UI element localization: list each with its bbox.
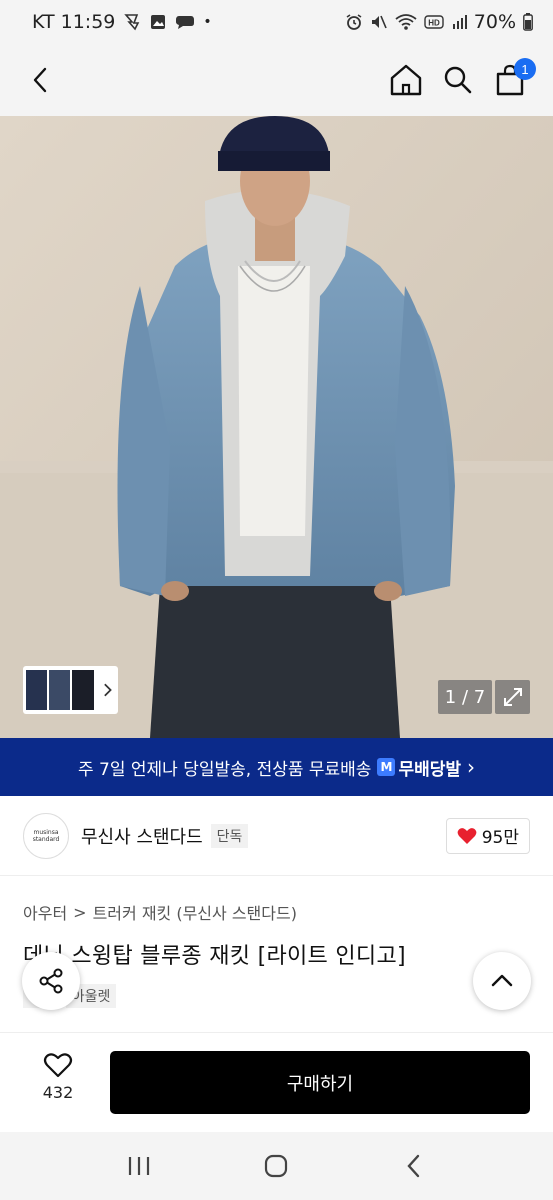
brand-like-count: 95만 xyxy=(481,828,519,848)
breadcrumb-separator: > xyxy=(73,902,87,922)
search-icon xyxy=(444,66,472,94)
svg-text:HD: HD xyxy=(428,19,440,28)
home-nav-button[interactable] xyxy=(251,1141,301,1191)
brand-logo-line2: standard xyxy=(32,835,60,843)
brand-row: musinsa standard 무신사 스탠다드 단독 95만 xyxy=(0,796,553,876)
breadcrumb: 아우터 > 트러커 재킷 (무신사 스탠다드) xyxy=(23,900,297,924)
chevron-up-icon xyxy=(491,974,513,987)
search-button[interactable] xyxy=(438,58,478,102)
chevron-right-icon: › xyxy=(467,755,476,779)
image-page-counter: 1 / 7 xyxy=(438,680,492,714)
recent-apps-icon xyxy=(128,1157,149,1175)
share-icon xyxy=(39,968,63,994)
chevron-left-icon xyxy=(33,67,47,93)
home-circle-icon xyxy=(265,1154,288,1178)
scroll-top-button[interactable] xyxy=(473,952,531,1010)
status-left: KT 11:59 • xyxy=(32,11,212,33)
flash-icon xyxy=(123,13,141,31)
thumbnail-image[interactable] xyxy=(49,670,71,710)
gallery-icon xyxy=(149,13,167,31)
battery-icon xyxy=(523,13,533,31)
back-icon xyxy=(407,1154,420,1178)
chat-icon xyxy=(175,13,195,31)
hd-icon: HD xyxy=(424,14,444,30)
expand-image-button[interactable] xyxy=(495,680,530,714)
brand-like-button[interactable]: 95만 xyxy=(445,817,530,854)
wishlist-count: 432 xyxy=(42,1083,74,1102)
share-button[interactable] xyxy=(22,952,80,1010)
wifi-icon xyxy=(395,13,417,31)
expand-icon xyxy=(503,688,522,706)
heart-outline-icon xyxy=(43,1053,73,1078)
free-shipping-banner[interactable]: 주 7일 언제나 당일발송, 전상품 무료배송 M 무배당발 › xyxy=(0,738,553,796)
product-title: 데님 스윙탑 블루종 재킷 [라이트 인디고] xyxy=(23,944,406,969)
home-button[interactable] xyxy=(386,58,426,102)
recent-apps-button[interactable] xyxy=(114,1141,164,1191)
buy-button[interactable]: 구매하기 xyxy=(110,1051,530,1114)
thumbnail-image[interactable] xyxy=(26,670,48,710)
signal-icon xyxy=(451,14,467,30)
exclusive-tag: 단독 xyxy=(210,823,249,848)
purchase-bar: 432 구매하기 xyxy=(0,1032,553,1132)
product-hero-image[interactable]: 1 / 7 xyxy=(0,116,553,738)
status-right: HD 70% xyxy=(345,11,533,33)
promo-logo-badge: M xyxy=(377,758,396,776)
thumbnail-image[interactable] xyxy=(72,670,94,710)
model-photo xyxy=(0,116,553,738)
promo-text: 주 7일 언제나 당일발송, 전상품 무료배송 xyxy=(77,759,372,780)
wishlist-button[interactable]: 432 xyxy=(30,1051,86,1102)
promo-logo-text: 무배당발 xyxy=(398,759,462,780)
home-icon xyxy=(390,64,422,96)
system-nav-bar xyxy=(0,1132,553,1200)
alarm-icon xyxy=(345,13,363,31)
breadcrumb-subcategory[interactable]: 트러커 재킷 (무신사 스탠다드) xyxy=(93,900,297,924)
back-button[interactable] xyxy=(20,58,60,102)
thumbnail-strip[interactable] xyxy=(23,666,118,714)
cart-count-badge: 1 xyxy=(514,58,536,80)
brand-logo-line1: musinsa xyxy=(33,828,59,836)
heart-filled-icon xyxy=(457,827,477,844)
battery-percent: 70% xyxy=(473,11,516,33)
cart-button[interactable]: 1 xyxy=(490,58,536,102)
status-bar: KT 11:59 • HD 70% xyxy=(0,0,553,44)
dot-icon: • xyxy=(203,14,212,30)
carrier-time: KT 11:59 xyxy=(32,11,116,33)
brand-logo[interactable]: musinsa standard xyxy=(23,812,69,859)
promo-logo: M 무배당발 xyxy=(377,755,461,780)
breadcrumb-category[interactable]: 아우터 xyxy=(23,900,67,924)
app-header: 1 xyxy=(0,44,553,116)
back-nav-button[interactable] xyxy=(389,1141,439,1191)
mute-icon xyxy=(370,13,388,31)
chevron-right-icon xyxy=(103,683,112,697)
brand-name[interactable]: 무신사 스탠다드 xyxy=(81,823,203,849)
